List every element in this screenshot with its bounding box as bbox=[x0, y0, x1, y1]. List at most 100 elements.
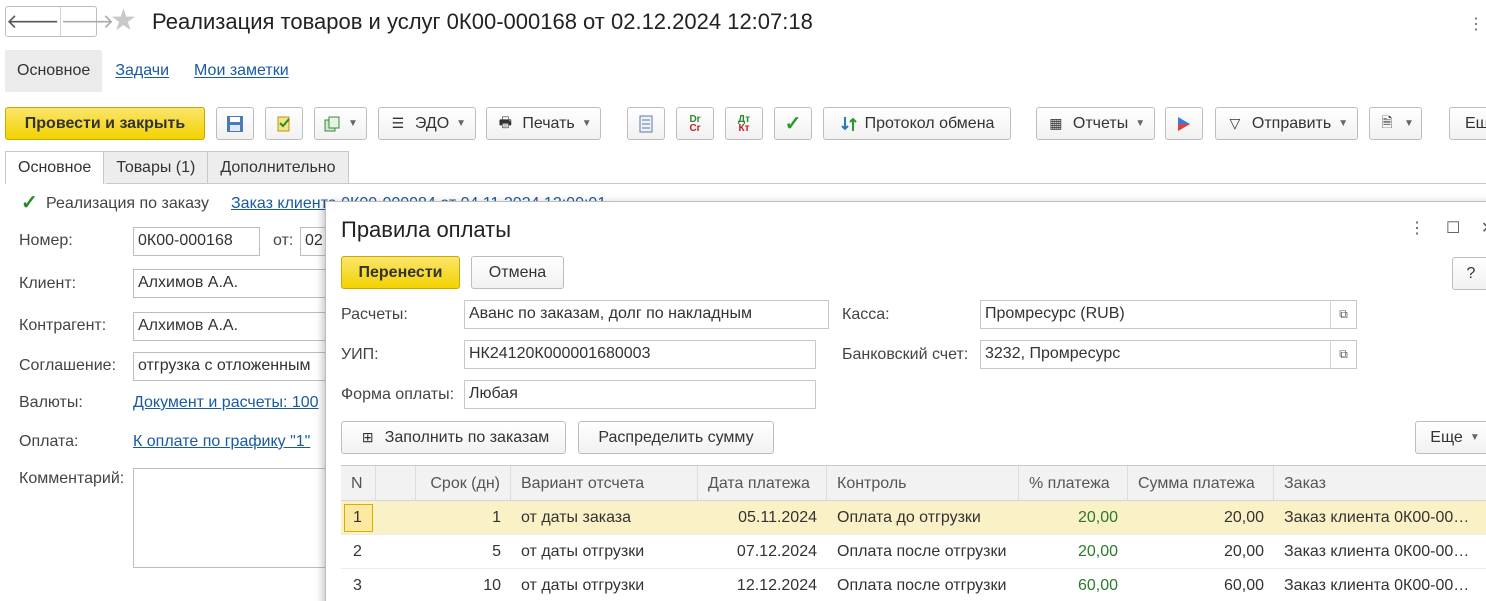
dialog-more-button[interactable]: Еще ▼ bbox=[1415, 421, 1486, 454]
settlements-field[interactable]: Аванс по заказам, долг по накладным bbox=[464, 300, 829, 329]
distribute-sum-button[interactable]: Распределить сумму bbox=[578, 421, 774, 454]
table-row[interactable]: 3 10 от даты отгрузки 12.12.2024 Оплата … bbox=[341, 569, 1486, 601]
help-button[interactable]: ? bbox=[1452, 257, 1486, 290]
row-date: 12.12.2024 bbox=[736, 577, 817, 594]
row-variant: от даты отгрузки bbox=[521, 577, 645, 594]
history-nav: 🡐 🡒 bbox=[5, 6, 114, 37]
star-icon[interactable]: ★ bbox=[110, 6, 137, 36]
debit-credit-icon: Dr Cr bbox=[689, 113, 701, 134]
col-percent[interactable]: % платежа bbox=[1019, 466, 1128, 501]
structure-button[interactable] bbox=[627, 107, 665, 140]
bank-account-field[interactable]: 3232, Промресурс ⧉ bbox=[980, 340, 1357, 369]
checkmark-icon: ✓ bbox=[784, 113, 802, 135]
counterparty-field[interactable]: Алхимов А.А. bbox=[133, 312, 333, 341]
more-icon[interactable]: ⋮ bbox=[1468, 14, 1484, 34]
by-order-checkbox[interactable]: ✓ bbox=[21, 193, 39, 213]
comment-field[interactable] bbox=[133, 468, 333, 568]
by-order-label: Реализация по заказу bbox=[46, 195, 209, 212]
row-order-text: Заказ клиента 0К00-000084 от 04.11.2024 … bbox=[1284, 509, 1476, 526]
exchange-log-label: Протокол обмена bbox=[864, 114, 995, 132]
more-icon[interactable]: ⋮ bbox=[1409, 218, 1425, 238]
row-sum: 60,00 bbox=[1223, 577, 1264, 594]
send-button[interactable]: ▽ Отправить ▼ bbox=[1215, 107, 1358, 140]
fill-label: Заполнить по заказам bbox=[384, 428, 550, 446]
col-n[interactable]: N bbox=[341, 466, 376, 501]
cash-field[interactable]: Промресурс (RUB) ⧉ bbox=[980, 300, 1357, 329]
close-icon[interactable]: ✕ bbox=[1481, 218, 1486, 238]
dt-kt-button[interactable]: Дт Кт bbox=[725, 107, 763, 140]
currency-link[interactable]: Документ и расчеты: 100 bbox=[133, 394, 319, 412]
tab-main[interactable]: Основное bbox=[5, 151, 105, 184]
create-based-on-button[interactable]: ▼ bbox=[314, 107, 367, 140]
maximize-icon[interactable]: ☐ bbox=[1446, 218, 1460, 238]
back-button[interactable]: 🡐 bbox=[6, 7, 60, 36]
row-date: 07.12.2024 bbox=[736, 543, 817, 560]
dr-cr-button[interactable]: Dr Cr bbox=[676, 107, 714, 140]
row-control: Оплата после отгрузки bbox=[827, 569, 1019, 601]
pay-form-field[interactable]: Любая bbox=[464, 380, 816, 409]
table-row[interactable]: 2 5 от даты отгрузки 07.12.2024 Оплата п… bbox=[341, 535, 1486, 569]
tab-divider bbox=[106, 183, 1486, 184]
section-tab-notes[interactable]: Мои заметки bbox=[181, 50, 301, 92]
section-tab-tasks[interactable]: Задачи bbox=[102, 50, 181, 92]
col-sum[interactable]: Сумма платежа bbox=[1128, 466, 1274, 501]
col-blank[interactable] bbox=[376, 466, 416, 501]
col-control[interactable]: Контроль bbox=[827, 466, 1019, 501]
currency-label: Валюты: bbox=[19, 394, 83, 411]
row-term: 1 bbox=[492, 509, 501, 526]
chevron-down-icon: ▼ bbox=[1469, 432, 1480, 443]
client-label: Клиент: bbox=[19, 275, 77, 292]
send-label: Отправить bbox=[1251, 114, 1332, 132]
row-blank bbox=[376, 501, 416, 535]
section-tabs: Основное Задачи Мои заметки bbox=[5, 50, 301, 92]
row-order: Заказ клиента 0К00-000084 от 04.11.2024 … bbox=[1274, 501, 1486, 535]
forward-button[interactable]: 🡒 bbox=[59, 7, 114, 36]
check-button[interactable]: ✓ bbox=[774, 107, 812, 140]
save-button[interactable] bbox=[216, 107, 254, 140]
bot-button[interactable] bbox=[1165, 107, 1203, 140]
tab-additional[interactable]: Дополнительно bbox=[207, 151, 349, 184]
printer-icon: 🖶 bbox=[498, 113, 512, 130]
document-clock-icon: 🗎 bbox=[1381, 113, 1393, 130]
fill-by-orders-button[interactable]: ⊞ Заполнить по заказам bbox=[341, 421, 566, 454]
form-tabs: Основное Товары (1) Дополнительно bbox=[5, 151, 349, 184]
number-field[interactable]: 0К00-000168 bbox=[133, 227, 260, 256]
payment-link[interactable]: К оплате по графику "1" bbox=[133, 433, 310, 451]
col-term[interactable]: Срок (дн) bbox=[416, 466, 511, 501]
more-button[interactable]: Ещ bbox=[1449, 107, 1486, 140]
report-icon: ▦ bbox=[1049, 115, 1063, 131]
chevron-down-icon: ▼ bbox=[581, 118, 592, 129]
row-order-text: Заказ клиента 0К00-000084 от 04.11.2024 … bbox=[1284, 543, 1476, 560]
window-title: Реализация товаров и услуг 0К00-000168 о… bbox=[152, 9, 813, 34]
row-percent: 20,00 bbox=[1077, 543, 1118, 560]
cancel-button[interactable]: Отмена bbox=[471, 256, 564, 289]
table-row[interactable]: 1 1 от даты заказа 05.11.2024 Оплата до … bbox=[341, 501, 1486, 535]
row-control: Оплата после отгрузки bbox=[827, 535, 1019, 569]
attachments-button[interactable]: 🗎 ▼ bbox=[1369, 107, 1422, 140]
post-and-close-button[interactable]: Провести и закрыть bbox=[5, 107, 205, 140]
payment-schedule-table: N Срок (дн) Вариант отсчета Дата платежа… bbox=[341, 465, 1486, 601]
exchange-log-button[interactable]: Протокол обмена bbox=[823, 107, 1011, 140]
bank-account-label: Банковский счет: bbox=[842, 346, 969, 363]
col-order[interactable]: Заказ bbox=[1274, 466, 1486, 501]
create-based-icon bbox=[324, 116, 340, 131]
bank-account-value: 3232, Промресурс bbox=[985, 345, 1121, 362]
print-button[interactable]: 🖶 Печать ▼ bbox=[486, 107, 601, 140]
tab-goods[interactable]: Товары (1) bbox=[103, 151, 209, 184]
edo-button[interactable]: ☰ ЭДО ▼ bbox=[378, 107, 476, 140]
dialog-more-label: Еще bbox=[1430, 428, 1463, 446]
transfer-button[interactable]: Перенести bbox=[341, 256, 460, 289]
comment-label: Комментарий: bbox=[19, 470, 125, 487]
row-percent: 60,00 bbox=[1077, 577, 1118, 594]
section-tab-main[interactable]: Основное bbox=[5, 50, 103, 92]
row-control-text: Оплата после отгрузки bbox=[837, 543, 1007, 560]
post-button[interactable] bbox=[265, 107, 303, 140]
open-icon[interactable]: ⧉ bbox=[1330, 341, 1356, 368]
agreement-field[interactable]: отгрузка с отложенным bbox=[133, 352, 333, 381]
client-field[interactable]: Алхимов А.А. bbox=[133, 269, 333, 298]
uip-field[interactable]: НК24120К000001680003 bbox=[464, 340, 816, 369]
col-date[interactable]: Дата платежа bbox=[698, 466, 827, 501]
open-icon[interactable]: ⧉ bbox=[1330, 301, 1356, 328]
reports-button[interactable]: ▦ Отчеты ▼ bbox=[1036, 107, 1155, 140]
col-variant[interactable]: Вариант отсчета bbox=[511, 466, 698, 501]
